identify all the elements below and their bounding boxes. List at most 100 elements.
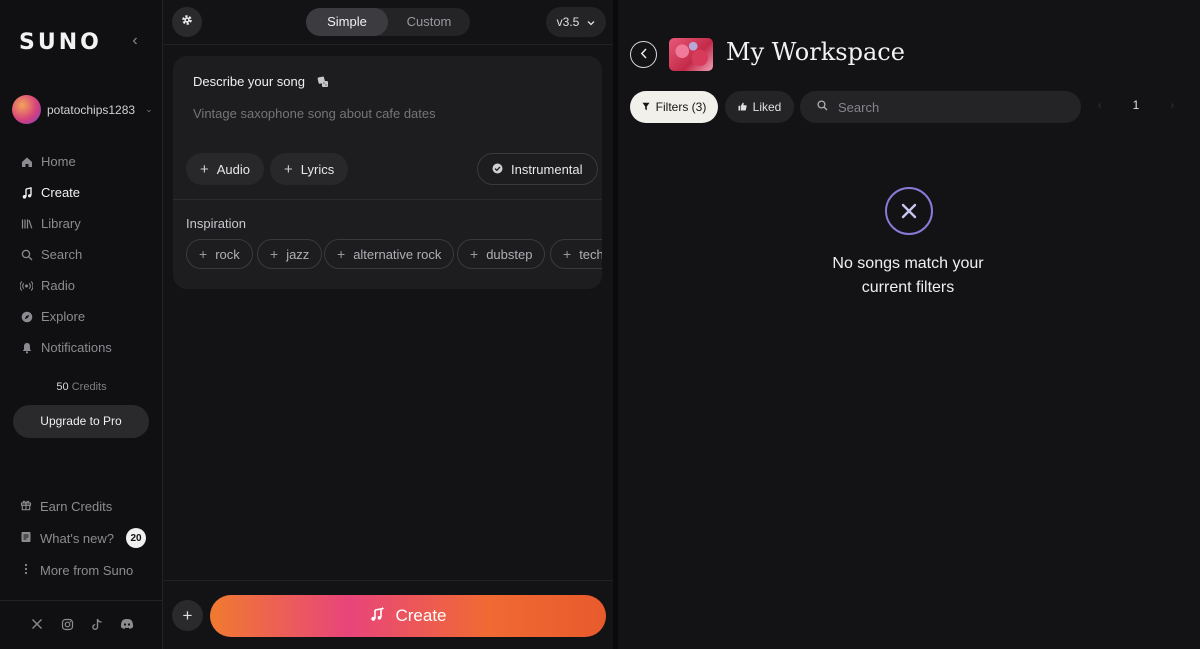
workspace-title: My Workspace xyxy=(726,38,905,66)
add-button[interactable]: + xyxy=(172,600,203,631)
sidebar-item-label: Radio xyxy=(41,278,75,293)
inspiration-label: Inspiration xyxy=(186,216,246,231)
credits-count: 50 xyxy=(56,381,69,393)
music-sparkle-icon xyxy=(369,606,385,627)
create-label: Create xyxy=(395,606,447,625)
no-results-icon xyxy=(885,187,933,235)
whats-new-label: What's new? xyxy=(40,530,115,546)
credits-label: Credits xyxy=(71,381,107,393)
inspiration-tag[interactable]: + alternative rock xyxy=(324,239,455,269)
prev-page-icon[interactable]: ‹ xyxy=(1098,100,1101,111)
plus-icon: + xyxy=(284,160,293,178)
audio-label: Audio xyxy=(216,161,251,177)
add-audio-button[interactable]: + Audio xyxy=(186,153,265,185)
divider xyxy=(173,199,602,200)
tiktok-icon[interactable] xyxy=(90,617,104,631)
describe-label: Describe your song xyxy=(193,74,305,89)
song-description-input[interactable] xyxy=(193,106,583,121)
workspace-panel: My Workspace Filters (3) Liked ‹ 1 › No … xyxy=(618,0,1200,649)
empty-state-line: No songs match your xyxy=(832,255,984,272)
workspace-search xyxy=(800,91,1081,123)
sidebar-item-label: Home xyxy=(41,154,76,169)
liked-label: Liked xyxy=(752,100,782,114)
model-version-select[interactable]: v3.5 xyxy=(546,7,606,37)
inspiration-tag[interactable]: + rock xyxy=(186,239,253,269)
back-button[interactable] xyxy=(630,41,657,68)
tag-label: alternative rock xyxy=(353,246,442,262)
sidebar-item-explore[interactable]: Explore xyxy=(20,301,112,332)
suno-app: SUNO ‹ potatochips1283 ⌄ Home Create Lib… xyxy=(0,0,1200,649)
dice-icon[interactable] xyxy=(317,76,329,88)
collapse-sidebar-icon[interactable]: ‹ xyxy=(128,32,142,50)
plus-icon: + xyxy=(563,246,572,262)
sidebar-item-create[interactable]: Create xyxy=(20,177,112,208)
sidebar-item-radio[interactable]: Radio xyxy=(20,270,112,301)
sidebar-bottom-nav: Earn Credits What's new? 20 More from Su… xyxy=(20,490,147,586)
instrumental-toggle[interactable]: Instrumental xyxy=(477,153,598,185)
sidebar-item-label: Library xyxy=(41,216,81,231)
tag-label: rock xyxy=(215,246,240,262)
tab-custom[interactable]: Custom xyxy=(388,8,470,36)
discord-icon[interactable] xyxy=(120,617,134,631)
radio-icon xyxy=(20,279,33,292)
instagram-icon[interactable] xyxy=(60,617,74,631)
compass-icon xyxy=(20,310,33,323)
page-number: 1 xyxy=(1132,98,1140,112)
sidebar-item-library[interactable]: Library xyxy=(20,208,112,239)
avatar xyxy=(12,95,41,124)
search-icon xyxy=(20,248,33,261)
more-from-suno-link[interactable]: More from Suno xyxy=(20,554,146,586)
sidebar-item-search[interactable]: Search xyxy=(20,239,112,270)
describe-header: Describe your song xyxy=(193,74,329,89)
pagination: ‹ 1 › xyxy=(1098,98,1174,112)
sidebar-item-label: Create xyxy=(41,185,81,200)
inspiration-tag[interactable]: + techno xyxy=(550,239,602,269)
plus-icon: + xyxy=(200,160,209,178)
filter-icon xyxy=(642,100,650,114)
filters-button[interactable]: Filters (3) xyxy=(630,91,718,123)
credits-counter: 50 Credits xyxy=(0,381,163,393)
inspiration-tag[interactable]: + dubstep xyxy=(457,239,546,269)
suno-logo[interactable]: SUNO xyxy=(19,30,102,55)
whats-new-link[interactable]: What's new? 20 xyxy=(20,522,147,554)
tab-simple[interactable]: Simple xyxy=(306,8,388,36)
gear-icon xyxy=(181,13,193,31)
create-button[interactable]: Create xyxy=(210,595,606,637)
user-menu[interactable]: potatochips1283 ⌄ xyxy=(12,95,153,124)
create-toolbar: Simple Custom v3.5 xyxy=(163,0,613,45)
empty-state-line: current filters xyxy=(861,279,955,296)
sidebar-item-home[interactable]: Home xyxy=(20,146,112,177)
search-icon xyxy=(817,98,828,116)
thumbs-up-icon xyxy=(738,100,747,114)
home-icon xyxy=(20,155,33,168)
lyrics-label: Lyrics xyxy=(300,161,335,177)
sidebar-item-notifications[interactable]: Notifications xyxy=(20,332,112,363)
sidebar-item-label: Search xyxy=(41,247,83,262)
next-page-icon[interactable]: › xyxy=(1171,100,1174,111)
more-from-suno-label: More from Suno xyxy=(40,562,134,578)
more-vertical-icon xyxy=(20,563,32,578)
settings-button[interactable] xyxy=(172,7,202,37)
x-icon[interactable] xyxy=(30,617,44,631)
upgrade-to-pro-button[interactable]: Upgrade to Pro xyxy=(13,405,149,438)
library-icon xyxy=(20,217,33,230)
add-lyrics-button[interactable]: + Lyrics xyxy=(270,153,349,185)
sidebar-item-label: Notifications xyxy=(41,340,112,355)
tag-label: techno xyxy=(579,246,602,262)
filters-label: Filters (3) xyxy=(655,100,707,114)
chevron-down-icon: ⌄ xyxy=(145,104,153,114)
sidebar: SUNO ‹ potatochips1283 ⌄ Home Create Lib… xyxy=(0,0,163,649)
chevron-down-icon xyxy=(587,15,595,29)
search-input[interactable] xyxy=(838,99,1058,115)
document-icon xyxy=(20,531,32,546)
music-note-icon xyxy=(20,186,33,199)
plus-icon: + xyxy=(199,246,208,262)
plus-icon: + xyxy=(182,605,193,625)
mode-toggle: Simple Custom xyxy=(306,8,470,36)
liked-filter-button[interactable]: Liked xyxy=(725,91,794,123)
inspiration-tag[interactable]: + jazz xyxy=(257,239,323,269)
gift-icon xyxy=(20,499,32,514)
instrumental-label: Instrumental xyxy=(511,161,583,177)
sidebar-nav: Home Create Library Search Radio Explore xyxy=(20,146,112,363)
earn-credits-link[interactable]: Earn Credits xyxy=(20,490,146,522)
